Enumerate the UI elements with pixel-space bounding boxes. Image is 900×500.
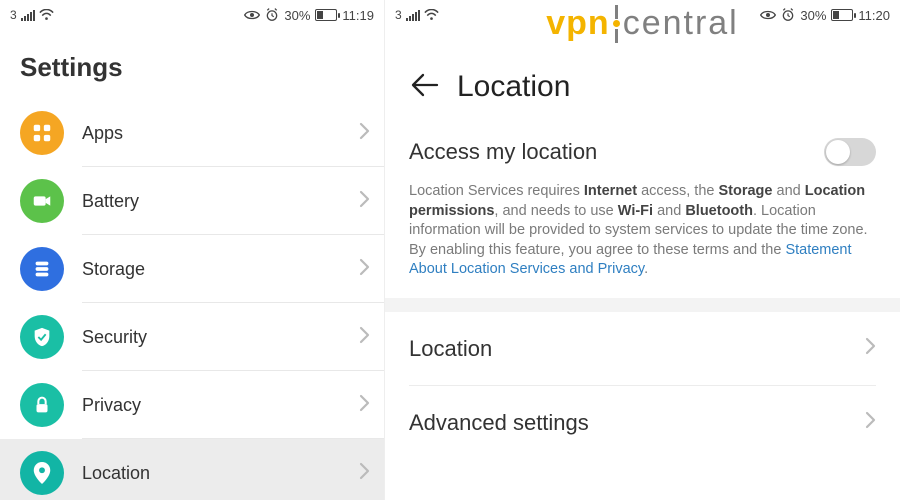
location-subrow-advanced-settings[interactable]: Advanced settings xyxy=(385,386,900,460)
stack-icon xyxy=(20,247,64,291)
signal-icon xyxy=(406,9,420,21)
location-services-description: Location Services requires Internet acce… xyxy=(409,166,876,298)
location-pane: vpn central 3 30% 11:20 Location xyxy=(385,0,900,500)
battery-pct: 30% xyxy=(284,8,310,23)
wifi-icon xyxy=(39,9,54,21)
eye-icon xyxy=(760,9,776,21)
eye-icon xyxy=(244,9,260,21)
settings-row-label: Apps xyxy=(82,123,359,144)
chevron-right-icon xyxy=(359,122,370,145)
video-icon xyxy=(20,179,64,223)
settings-row-label: Storage xyxy=(82,259,359,280)
carrier-label: 3 xyxy=(395,8,402,22)
chevron-right-icon xyxy=(359,190,370,213)
row-label: Advanced settings xyxy=(409,410,865,436)
chevron-right-icon xyxy=(359,394,370,417)
settings-row-storage[interactable]: Storage xyxy=(0,235,384,303)
settings-row-label: Battery xyxy=(82,191,359,212)
shield-icon xyxy=(20,315,64,359)
access-location-label: Access my location xyxy=(409,139,824,165)
access-location-row: Access my location xyxy=(409,122,876,166)
status-bar-left: 3 30% 11:19 xyxy=(0,0,384,30)
access-location-toggle[interactable] xyxy=(824,138,876,166)
back-button[interactable] xyxy=(409,72,439,103)
battery-icon xyxy=(831,9,853,21)
grid-icon xyxy=(20,111,64,155)
settings-row-security[interactable]: Security xyxy=(0,303,384,371)
settings-row-location[interactable]: Location xyxy=(0,439,384,500)
lock-icon xyxy=(20,383,64,427)
status-bar-right: 3 30% 11:20 xyxy=(385,0,900,30)
clock: 11:19 xyxy=(342,8,374,23)
settings-pane: 3 30% 11:19 Settings Apps Battery Storage S… xyxy=(0,0,385,500)
location-subrow-location[interactable]: Location xyxy=(385,312,900,386)
chevron-right-icon xyxy=(359,462,370,485)
chevron-right-icon xyxy=(865,337,876,360)
pin-icon xyxy=(20,451,64,495)
settings-row-apps[interactable]: Apps xyxy=(0,99,384,167)
settings-list: Apps Battery Storage Security Privacy Locatio… xyxy=(0,99,384,500)
battery-pct: 30% xyxy=(800,8,826,23)
settings-row-label: Security xyxy=(82,327,359,348)
settings-row-label: Location xyxy=(82,463,359,484)
settings-row-label: Privacy xyxy=(82,395,359,416)
row-label: Location xyxy=(409,336,865,362)
battery-icon xyxy=(315,9,337,21)
clock: 11:20 xyxy=(858,8,890,23)
alarm-icon xyxy=(781,8,795,22)
settings-row-privacy[interactable]: Privacy xyxy=(0,371,384,439)
location-header: Location xyxy=(385,30,900,122)
chevron-right-icon xyxy=(359,258,370,281)
page-title: Settings xyxy=(0,30,384,99)
signal-icon xyxy=(21,9,35,21)
location-title: Location xyxy=(457,70,570,104)
alarm-icon xyxy=(265,8,279,22)
wifi-icon xyxy=(424,9,439,21)
chevron-right-icon xyxy=(359,326,370,349)
settings-row-battery[interactable]: Battery xyxy=(0,167,384,235)
carrier-label: 3 xyxy=(10,8,17,22)
chevron-right-icon xyxy=(865,411,876,434)
section-divider xyxy=(385,298,900,312)
